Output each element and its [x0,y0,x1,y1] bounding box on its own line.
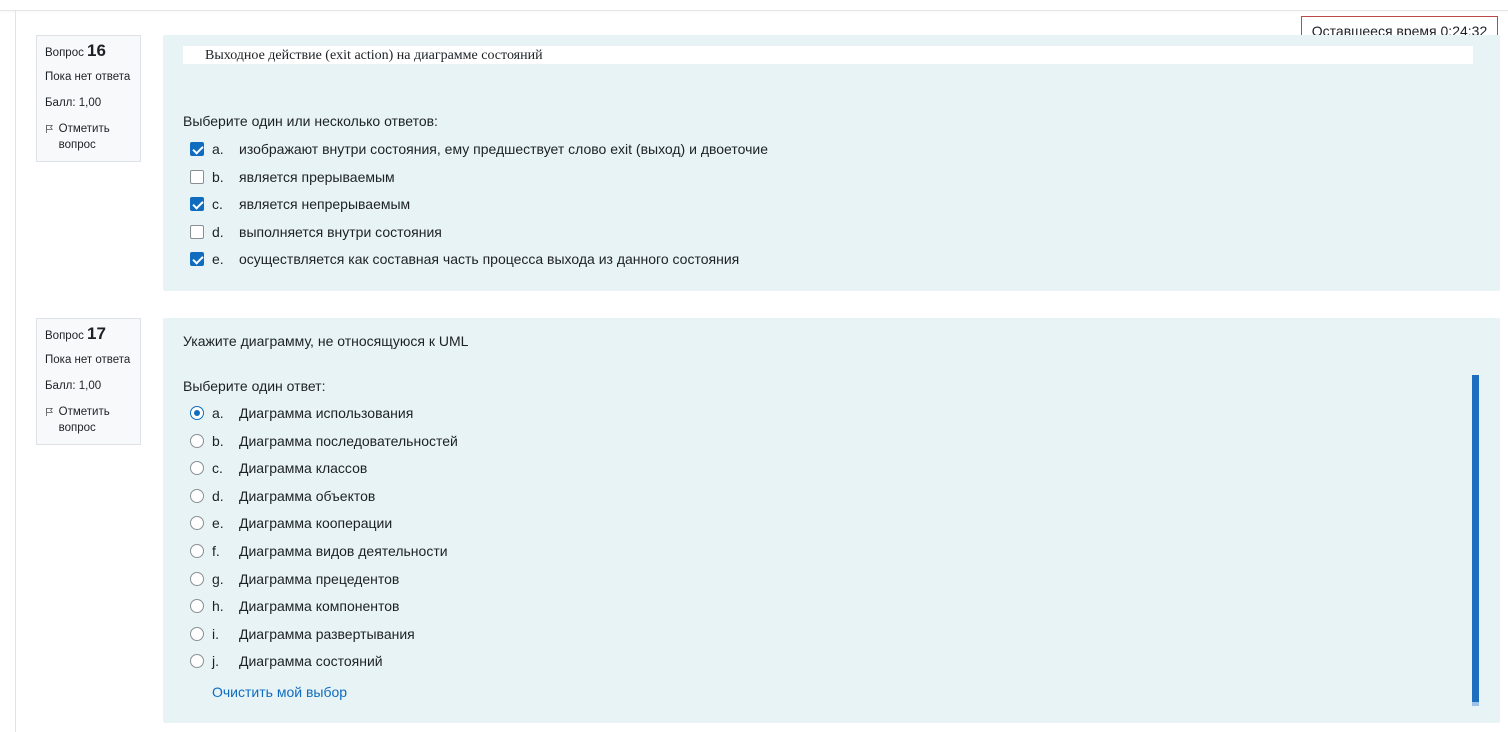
flag-question-link[interactable]: Отметить вопрос [45,121,132,153]
question-number-row: Вопрос 16 [45,41,132,61]
question-score: Балл: 1,00 [45,380,102,392]
answer-text: Диаграмма последовательностей [239,433,458,449]
question-number: 17 [87,324,106,343]
question-label: Вопрос [45,47,84,59]
scrollbar[interactable] [1472,375,1479,706]
answer-text: Диаграмма состояний [239,653,383,669]
answer-checkbox[interactable] [190,170,204,184]
answer-letter: g. [212,571,224,587]
answer-letter: b. [212,433,224,449]
answer-option[interactable]: b. является прерываемым [190,167,395,187]
question-score: Балл: 1,00 [45,97,102,109]
answer-prompt: Выберите один или несколько ответов: [183,113,438,129]
answer-text: является непрерываемым [239,196,411,212]
answer-option[interactable]: d. выполняется внутри состояния [190,222,442,242]
answer-text: Диаграмма прецедентов [239,571,400,587]
flag-question-label: Отметить вопрос [58,123,110,151]
answer-letter: j. [212,653,219,669]
question-info-17: Вопрос 17 Пока нет ответа Балл: 1,00 Отм… [36,318,141,445]
answer-letter: c. [212,196,223,212]
answer-radio[interactable] [190,654,204,668]
answer-text: осуществляется как составная часть проце… [239,251,740,267]
answer-option[interactable]: e. Диаграмма кооперации [190,513,392,533]
answer-radio[interactable] [190,434,204,448]
answer-letter: c. [212,460,223,476]
flag-question-link[interactable]: Отметить вопрос [45,404,132,436]
answer-letter: d. [212,224,224,240]
answer-text: Диаграмма объектов [239,488,376,504]
answer-radio[interactable] [190,544,204,558]
question-label: Вопрос [45,330,84,342]
answer-letter: e. [212,515,224,531]
question-content-16: Выходное действие (exit action) на диагр… [163,35,1500,291]
answer-checkbox[interactable] [190,197,204,211]
answer-radio[interactable] [190,406,204,420]
answer-radio[interactable] [190,627,204,641]
question-content-17: Укажите диаграмму, не относящуюся к UML … [163,318,1500,723]
answer-text: Диаграмма видов деятельности [239,543,448,559]
answer-letter: a. [212,141,224,157]
answer-option[interactable]: a. изображают внутри состояния, ему предш… [190,139,768,159]
answer-letter: a. [212,405,224,421]
answer-option[interactable]: j. Диаграмма состояний [190,651,383,671]
answer-option[interactable]: i. Диаграмма развертывания [190,624,415,644]
left-divider [15,10,16,732]
answer-letter: i. [212,626,219,642]
answer-radio[interactable] [190,461,204,475]
answer-option[interactable]: e. осуществляется как составная часть про… [190,249,739,269]
answer-option[interactable]: a. Диаграмма использования [190,403,413,423]
answer-text: Диаграмма классов [239,460,368,476]
answer-letter: e. [212,251,224,267]
question-status: Пока нет ответа [45,71,131,83]
answer-checkbox[interactable] [190,225,204,239]
answer-radio[interactable] [190,599,204,613]
answer-letter: d. [212,488,224,504]
answer-text: изображают внутри состояния, ему предшес… [239,141,769,157]
answer-option[interactable]: c. Диаграмма классов [190,458,367,478]
answer-prompt: Выберите один ответ: [183,378,326,394]
answer-text: Диаграмма использования [239,405,414,421]
answer-option[interactable]: d. Диаграмма объектов [190,486,375,506]
flag-question-label: Отметить вопрос [58,406,110,434]
answer-text: Диаграмма кооперации [239,515,393,531]
answer-option[interactable]: h. Диаграмма компонентов [190,596,399,616]
answer-option[interactable]: f. Диаграмма видов деятельности [190,541,448,561]
answer-checkbox[interactable] [190,252,204,266]
answer-text: является прерываемым [239,169,395,185]
question-number: 16 [87,41,106,60]
question-text: Выходное действие (exit action) на диагр… [183,46,1473,64]
answer-radio[interactable] [190,516,204,530]
flag-icon [46,407,53,417]
flag-icon [46,124,53,134]
answer-text: Диаграмма развертывания [239,626,415,642]
question-text: Укажите диаграмму, не относящуюся к UML [183,333,469,349]
answer-letter: f. [212,543,220,559]
answer-letter: b. [212,169,224,185]
answer-option[interactable]: c. является непрерываемым [190,194,410,214]
question-status: Пока нет ответа [45,354,131,366]
answer-text: выполняется внутри состояния [239,224,442,240]
question-number-row: Вопрос 17 [45,324,132,344]
answer-option[interactable]: g. Диаграмма прецедентов [190,569,399,589]
answer-radio[interactable] [190,489,204,503]
clear-choice-link[interactable]: Очистить мой выбор [212,684,347,700]
answer-letter: h. [212,598,224,614]
answer-radio[interactable] [190,572,204,586]
answer-checkbox[interactable] [190,142,204,156]
question-info-16: Вопрос 16 Пока нет ответа Балл: 1,00 Отм… [36,35,141,162]
top-bar [0,0,1508,11]
answer-option[interactable]: b. Диаграмма последовательностей [190,431,458,451]
answer-text: Диаграмма компонентов [239,598,400,614]
